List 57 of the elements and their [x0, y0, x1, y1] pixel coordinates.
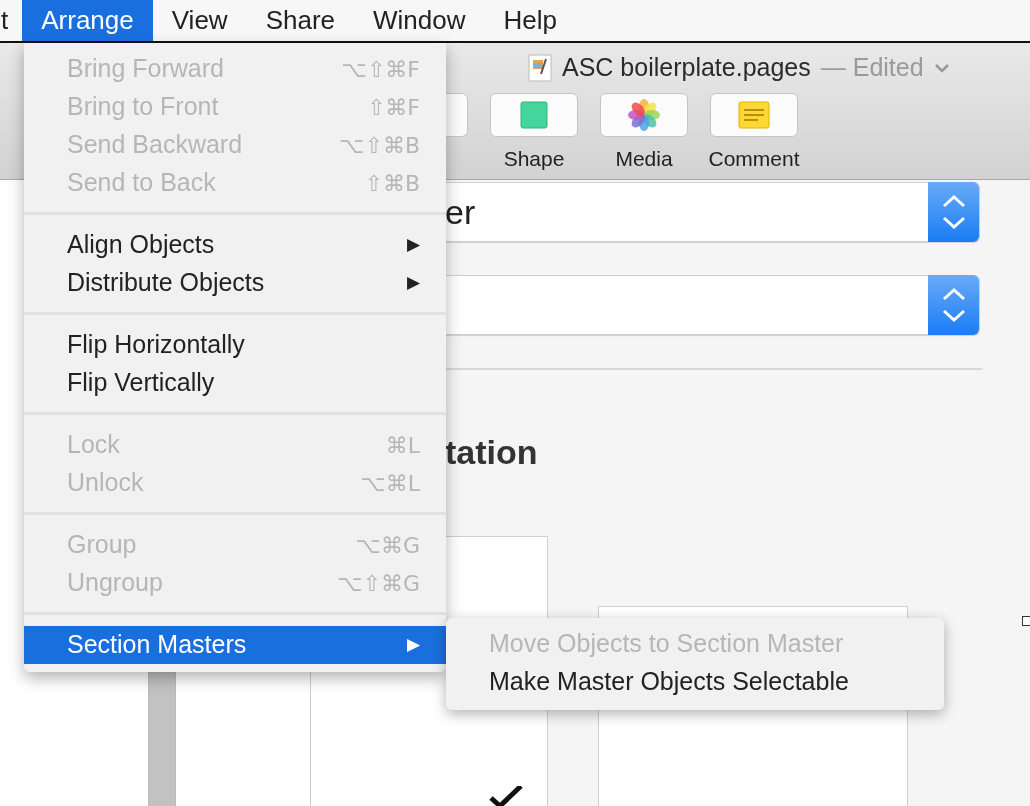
shortcut-text: ⇧⌘B: [364, 169, 420, 198]
document-status: — Edited: [820, 52, 924, 84]
menu-item-label: Bring to Front: [67, 91, 219, 123]
submenu-arrow: ▶: [406, 633, 420, 657]
note-icon: [738, 101, 770, 129]
toolbar-label: Media: [615, 146, 673, 172]
shortcut-text: ⌥⇧⌘G: [337, 569, 420, 598]
menu-item-label: Distribute Objects: [67, 267, 265, 299]
popup-menu[interactable]: er: [445, 182, 980, 242]
menu-item-label: Align Objects: [67, 229, 215, 261]
submenu-arrow: ▶: [406, 271, 420, 295]
stepper-icon[interactable]: [928, 275, 979, 335]
flower-icon: [628, 99, 660, 131]
stepper-icon[interactable]: [928, 182, 979, 242]
menu-bar-item[interactable]: Share: [246, 0, 354, 41]
shortcut-text: ⌥⌘G: [355, 531, 420, 560]
toolbar-button[interactable]: [710, 93, 798, 137]
toolbar-label: Comment: [708, 146, 800, 172]
menu-item[interactable]: Make Master Objects Selectable: [446, 663, 944, 701]
popup-value: er: [445, 195, 476, 229]
shortcut-text: ⇧⌘F: [366, 93, 420, 122]
menu-item-label: Unlock: [67, 467, 144, 499]
menu-bar-item[interactable]: t: [0, 0, 23, 41]
shortcut-text: ⌥⌘L: [360, 469, 420, 498]
menu-item-label: Flip Horizontally: [67, 329, 245, 361]
menu-item[interactable]: Section Masters ▶: [24, 626, 446, 664]
chevron-down-icon[interactable]: [933, 63, 950, 73]
menu-bar-item[interactable]: Arrange: [22, 0, 153, 41]
shortcut-text: ⌥⇧⌘B: [339, 131, 420, 160]
toolbar-button[interactable]: [490, 93, 578, 137]
check-icon: [488, 786, 524, 806]
menu-item-label: Ungroup: [67, 567, 163, 599]
menu-item[interactable]: Align Objects ▶: [24, 226, 446, 264]
menu-item-label: Section Masters: [67, 629, 247, 661]
menu-bar-item[interactable]: Help: [484, 0, 576, 41]
menu-item[interactable]: Distribute Objects ▶: [24, 264, 446, 302]
window-title: ASC boilerplate.pages: [562, 52, 811, 84]
toolbar-label: Shape: [503, 146, 565, 172]
menu-item-label: Send to Back: [67, 167, 216, 199]
submenu-arrow: ▶: [406, 233, 420, 257]
shortcut-text: ⌘L: [385, 431, 420, 460]
menu-item-label: Bring Forward: [67, 53, 224, 85]
menu-item-label: Group: [67, 529, 137, 561]
menu-item[interactable]: Flip Horizontally: [24, 326, 446, 364]
menu-bar-item[interactable]: Window: [354, 0, 485, 41]
toolbar-button[interactable]: [600, 93, 688, 137]
menu-item-label: Flip Vertically: [67, 367, 215, 399]
menu-item-label: Lock: [67, 429, 120, 461]
document-icon: [528, 54, 552, 82]
menu-bar-item[interactable]: View: [152, 0, 247, 41]
menu-item-label: Send Backward: [67, 129, 243, 161]
popup-menu[interactable]: [445, 275, 980, 335]
shortcut-text: ⌥⇧⌘F: [341, 55, 420, 84]
toolbar-button[interactable]: [446, 93, 468, 137]
square-icon: [520, 101, 548, 129]
menu-item[interactable]: Flip Vertically: [24, 364, 446, 402]
section-heading: tation: [445, 435, 539, 469]
